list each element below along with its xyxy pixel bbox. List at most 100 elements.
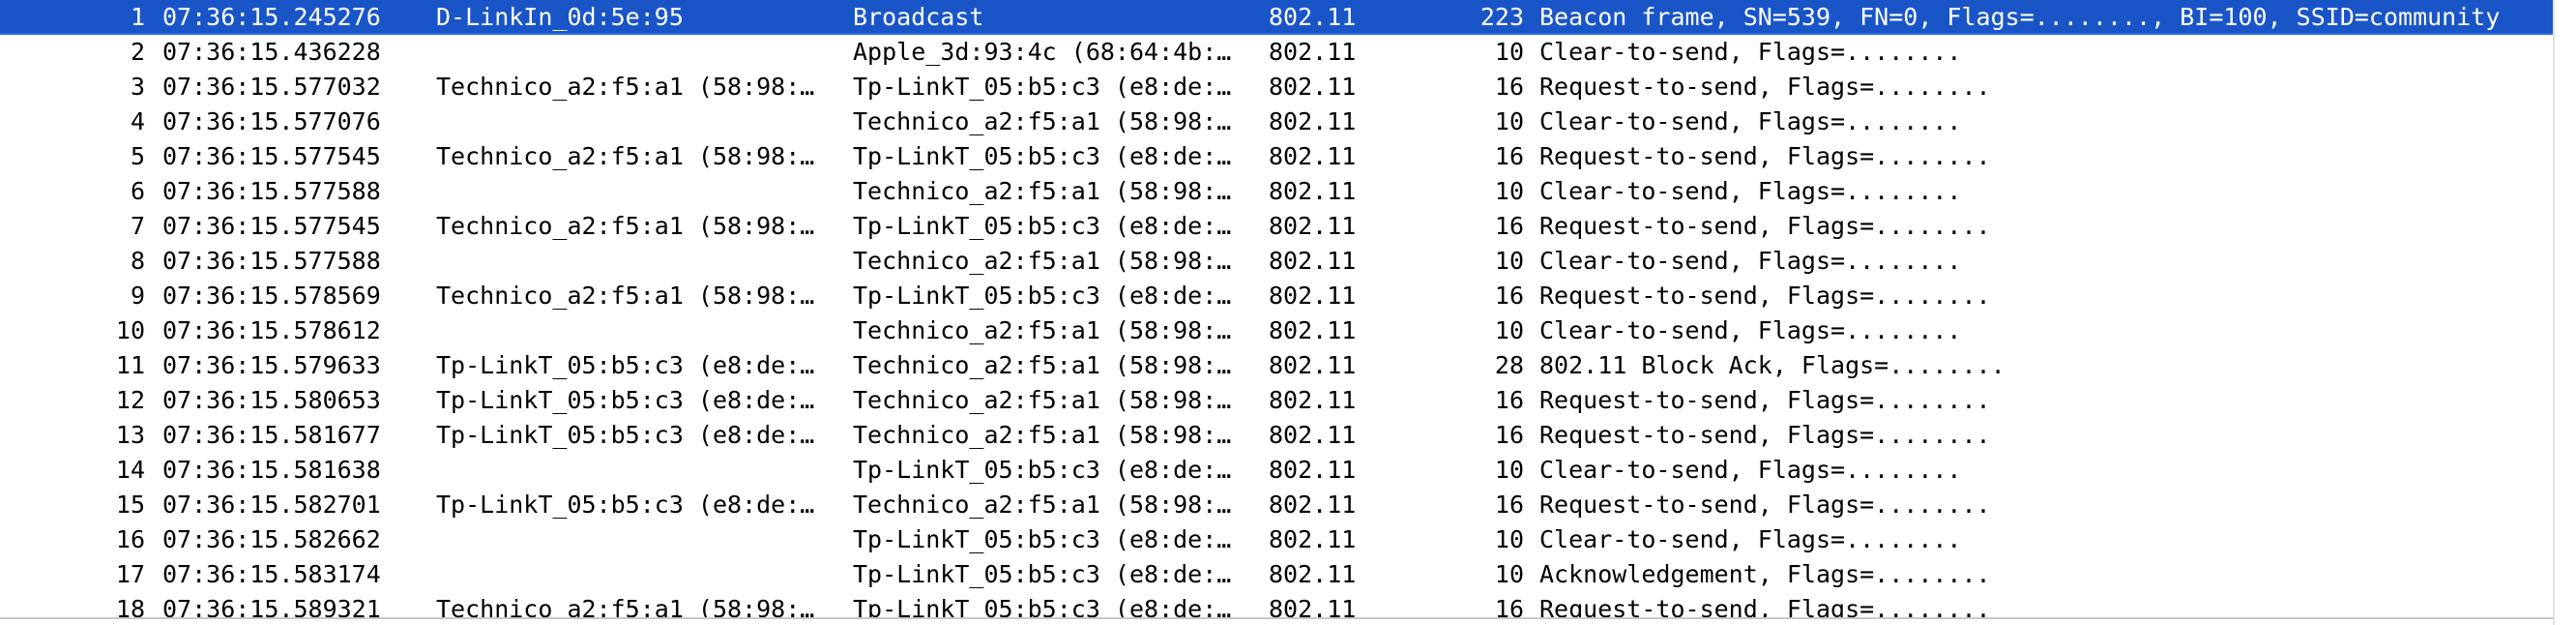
packet-number: 14	[115, 456, 145, 484]
packet-length: 10	[1494, 38, 1524, 66]
packet-protocol: 802.11	[1269, 247, 1357, 275]
packet-row[interactable]: 8 07:36:15.577588 Technico_a2:f5:a1 (58:98…	[0, 244, 2553, 279]
packet-length: 10	[1494, 316, 1524, 344]
packet-row[interactable]: 11 07:36:15.579633 Tp-LinkT_05:b5:c3 (e8:d…	[0, 348, 2553, 383]
packet-row[interactable]: 7 07:36:15.577545 Technico_a2:f5:a1 (58:98…	[0, 209, 2553, 244]
packet-destination: Tp-LinkT_05:b5:c3 (e8:de:…	[853, 560, 1232, 588]
packet-row[interactable]: 12 07:36:15.580653 Tp-LinkT_05:b5:c3 (e8:d…	[0, 383, 2553, 418]
packet-length: 16	[1494, 421, 1524, 449]
packet-row[interactable]: 6 07:36:15.577588 Technico_a2:f5:a1 (58:98…	[0, 174, 2553, 209]
packet-destination: Technico_a2:f5:a1 (58:98:…	[853, 107, 1232, 135]
packet-length: 16	[1494, 595, 1524, 617]
packet-info: Clear-to-send, Flags=........	[1539, 316, 1962, 344]
packet-time: 07:36:15.581677	[162, 421, 381, 449]
packet-length: 10	[1494, 107, 1524, 135]
packet-protocol: 802.11	[1269, 560, 1357, 588]
packet-number: 10	[115, 316, 145, 344]
packet-protocol: 802.11	[1269, 525, 1357, 553]
packet-row[interactable]: 2 07:36:15.436228 Apple_3d:93:4c (68:64:4b…	[0, 35, 2553, 70]
packet-list[interactable]: 1 07:36:15.245276 D-LinkIn_0d:5e:95 Broadca…	[0, 0, 2553, 617]
packet-time: 07:36:15.577545	[162, 212, 381, 240]
packet-protocol: 802.11	[1269, 177, 1357, 205]
packet-length: 16	[1494, 491, 1524, 519]
packet-destination: Apple_3d:93:4c (68:64:4b:…	[853, 38, 1232, 66]
packet-protocol: 802.11	[1269, 386, 1357, 414]
packet-time: 07:36:15.577545	[162, 142, 381, 170]
packet-row[interactable]: 17 07:36:15.583174 Tp-LinkT_05:b5:c3 (e8:d…	[0, 557, 2553, 592]
packet-length: 10	[1494, 560, 1524, 588]
packet-row[interactable]: 18 07:36:15.589321 Technico_a2:f5:a1 (58:9…	[0, 592, 2553, 617]
packet-number: 3	[130, 73, 145, 101]
packet-protocol: 802.11	[1269, 351, 1357, 379]
packet-length: 16	[1494, 73, 1524, 101]
packet-info: Request-to-send, Flags=........	[1539, 421, 1991, 449]
packet-time: 07:36:15.578612	[162, 316, 381, 344]
vertical-scrollbar[interactable]	[2553, 0, 2576, 625]
packet-row[interactable]: 15 07:36:15.582701 Tp-LinkT_05:b5:c3 (e8:d…	[0, 488, 2553, 522]
packet-source: Tp-LinkT_05:b5:c3 (e8:de:…	[436, 386, 815, 414]
packet-row[interactable]: 14 07:36:15.581638 Tp-LinkT_05:b5:c3 (e8:d…	[0, 453, 2553, 488]
packet-row[interactable]: 4 07:36:15.577076 Technico_a2:f5:a1 (58:98…	[0, 104, 2553, 139]
packet-protocol: 802.11	[1269, 595, 1357, 617]
packet-row[interactable]: 9 07:36:15.578569 Technico_a2:f5:a1 (58:98…	[0, 279, 2553, 313]
packet-length: 16	[1494, 142, 1524, 170]
packet-source: Tp-LinkT_05:b5:c3 (e8:de:…	[436, 421, 815, 449]
packet-source: Tp-LinkT_05:b5:c3 (e8:de:…	[436, 491, 815, 519]
packet-protocol: 802.11	[1269, 73, 1357, 101]
packet-length: 10	[1494, 525, 1524, 553]
packet-protocol: 802.11	[1269, 456, 1357, 484]
packet-time: 07:36:15.583174	[162, 560, 381, 588]
packet-row[interactable]: 13 07:36:15.581677 Tp-LinkT_05:b5:c3 (e8:d…	[0, 418, 2553, 453]
packet-destination: Technico_a2:f5:a1 (58:98:…	[853, 247, 1232, 275]
packet-destination: Tp-LinkT_05:b5:c3 (e8:de:…	[853, 525, 1232, 553]
packet-protocol: 802.11	[1269, 3, 1357, 31]
packet-info: Request-to-send, Flags=........	[1539, 386, 1991, 414]
packet-time: 07:36:15.577076	[162, 107, 381, 135]
packet-info: Clear-to-send, Flags=........	[1539, 525, 1962, 553]
packet-number: 11	[115, 351, 145, 379]
packet-protocol: 802.11	[1269, 282, 1357, 310]
packet-row[interactable]: 3 07:36:15.577032 Technico_a2:f5:a1 (58:98…	[0, 70, 2553, 104]
packet-row-selected[interactable]: 1 07:36:15.245276 D-LinkIn_0d:5e:95 Broadca…	[0, 0, 2553, 35]
packet-length: 16	[1494, 282, 1524, 310]
packet-source: Technico_a2:f5:a1 (58:98:…	[436, 282, 815, 310]
packet-source: D-LinkIn_0d:5e:95	[436, 3, 684, 31]
packet-protocol: 802.11	[1269, 316, 1357, 344]
packet-time: 07:36:15.578569	[162, 282, 381, 310]
packet-number: 8	[130, 247, 145, 275]
packet-row[interactable]: 16 07:36:15.582662 Tp-LinkT_05:b5:c3 (e8:d…	[0, 522, 2553, 557]
packet-number: 5	[130, 142, 145, 170]
packet-time: 07:36:15.580653	[162, 386, 381, 414]
packet-destination: Tp-LinkT_05:b5:c3 (e8:de:…	[853, 595, 1232, 617]
packet-protocol: 802.11	[1269, 421, 1357, 449]
packet-info: Request-to-send, Flags=........	[1539, 73, 1991, 101]
packet-info: Request-to-send, Flags=........	[1539, 142, 1991, 170]
packet-time: 07:36:15.577032	[162, 73, 381, 101]
packet-number: 16	[115, 525, 145, 553]
packet-source: Technico_a2:f5:a1 (58:98:…	[436, 73, 815, 101]
packet-time: 07:36:15.579633	[162, 351, 381, 379]
packet-source: Tp-LinkT_05:b5:c3 (e8:de:…	[436, 351, 815, 379]
packet-destination: Tp-LinkT_05:b5:c3 (e8:de:…	[853, 282, 1232, 310]
packet-row[interactable]: 10 07:36:15.578612 Technico_a2:f5:a1 (58:9…	[0, 313, 2553, 348]
packet-source: Technico_a2:f5:a1 (58:98:…	[436, 212, 815, 240]
packet-row[interactable]: 5 07:36:15.577545 Technico_a2:f5:a1 (58:98…	[0, 139, 2553, 174]
packet-length: 223	[1479, 3, 1524, 31]
packet-length: 10	[1494, 456, 1524, 484]
packet-info: Request-to-send, Flags=........	[1539, 282, 1991, 310]
packet-protocol: 802.11	[1269, 212, 1357, 240]
packet-length: 16	[1494, 386, 1524, 414]
packet-number: 7	[130, 212, 145, 240]
packet-destination: Tp-LinkT_05:b5:c3 (e8:de:…	[853, 212, 1232, 240]
packet-length: 10	[1494, 177, 1524, 205]
packet-number: 17	[115, 560, 145, 588]
packet-number: 9	[130, 282, 145, 310]
packet-time: 07:36:15.581638	[162, 456, 381, 484]
packet-source: Technico_a2:f5:a1 (58:98:…	[436, 595, 815, 617]
packet-number: 13	[115, 421, 145, 449]
packet-destination: Technico_a2:f5:a1 (58:98:…	[853, 177, 1232, 205]
packet-time: 07:36:15.577588	[162, 177, 381, 205]
packet-info: Clear-to-send, Flags=........	[1539, 456, 1962, 484]
packet-number: 18	[115, 595, 145, 617]
packet-info: Clear-to-send, Flags=........	[1539, 177, 1962, 205]
